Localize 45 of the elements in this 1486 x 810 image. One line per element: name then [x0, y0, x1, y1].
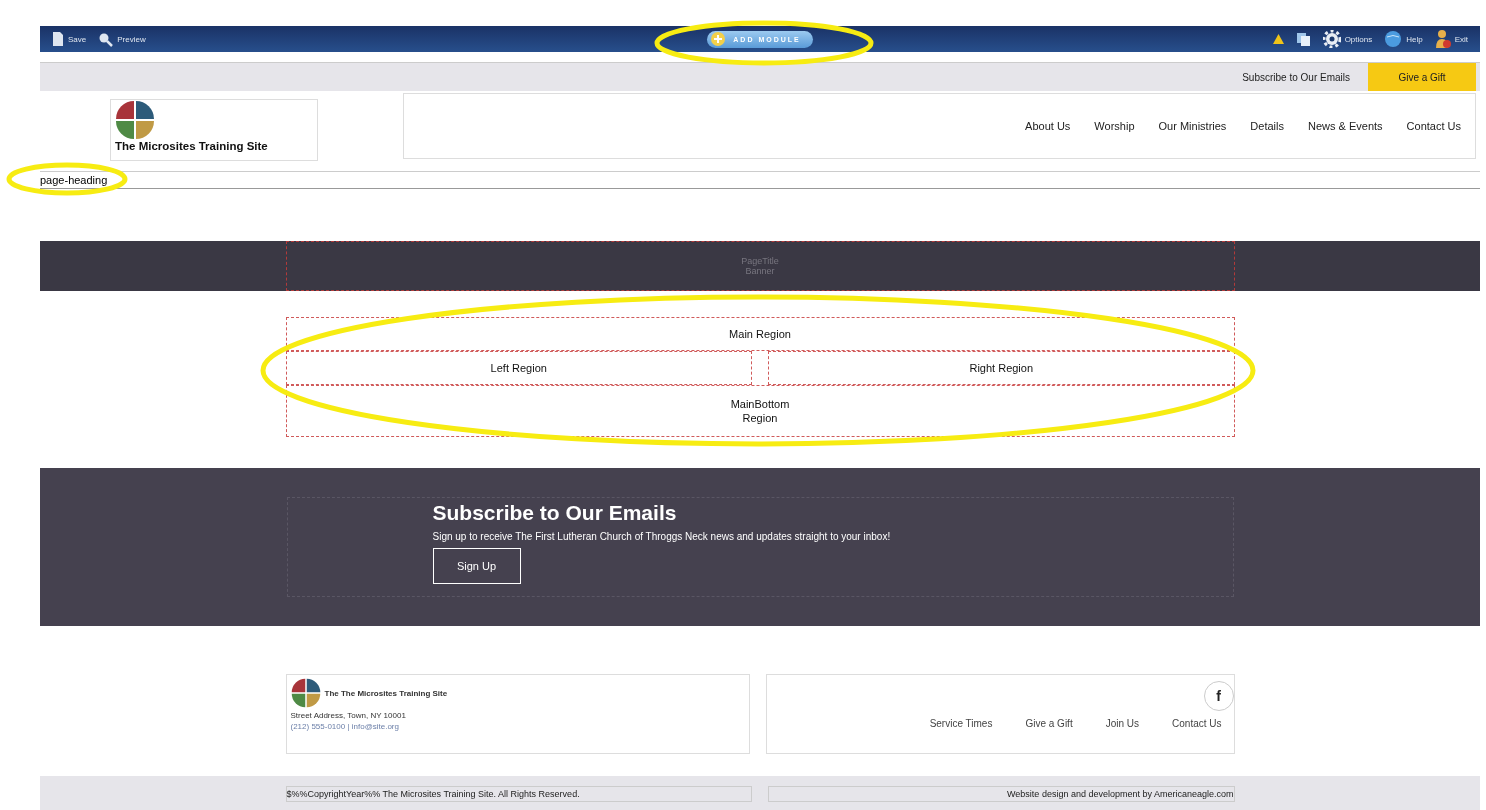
logo-card[interactable]: The Microsites Training Site: [110, 99, 318, 161]
footer-link[interactable]: Contact Us: [1172, 718, 1222, 729]
footer-site-name: The The Microsites Training Site: [324, 688, 448, 698]
nav-link[interactable]: About Us: [1025, 120, 1071, 132]
footer-link[interactable]: Join Us: [1105, 718, 1140, 729]
person-icon[interactable]: [1434, 29, 1451, 49]
copyright-text: $%%CopyrightYear%% The Microsites Training Site. All Rights Reserved.: [285, 785, 752, 802]
page-heading: page-heading: [40, 174, 108, 186]
footer-contact: (212) 555-0100 | info@site.org: [290, 722, 400, 731]
nav-link[interactable]: Our Ministries: [1158, 120, 1227, 132]
nav-link[interactable]: News & Events: [1308, 120, 1383, 132]
right-region: Right Region: [768, 351, 1235, 385]
toolbar-label[interactable]: Exit: [1454, 34, 1468, 44]
document-icon[interactable]: [52, 31, 64, 47]
nav-link[interactable]: Contact Us: [1406, 120, 1461, 132]
left-region: Left Region: [285, 351, 752, 385]
sign-up-button[interactable]: Sign Up: [432, 548, 521, 584]
copy-icon[interactable]: [1295, 31, 1311, 47]
footer-address: Street Address, Town, NY 10001: [290, 711, 407, 720]
nav-link[interactable]: Worship: [1094, 120, 1135, 132]
plus-icon: [711, 32, 726, 46]
logo-icon: [115, 100, 155, 140]
nav-link[interactable]: Details: [1250, 120, 1284, 132]
warning-icon[interactable]: [1272, 34, 1284, 44]
toolbar-label[interactable]: Options: [1344, 34, 1373, 44]
subscribe-link[interactable]: Subscribe to Our Emails: [1242, 71, 1350, 83]
footer-link[interactable]: Give a Gift: [1025, 718, 1073, 729]
globe-icon[interactable]: [1384, 30, 1403, 48]
site-name: The Microsites Training Site: [115, 140, 268, 152]
subscribe-text: Sign up to receive The First Lutheran Church of Throggs Neck news and updates straight to your inbox!: [432, 531, 892, 542]
toolbar-label[interactable]: Help: [1406, 34, 1423, 44]
search-icon[interactable]: [98, 31, 114, 47]
banner-text: PageTitle: [741, 256, 779, 266]
toolbar-label[interactable]: Preview: [117, 34, 146, 44]
toolbar-label[interactable]: Save: [68, 34, 87, 44]
main-region: Main Region: [285, 317, 1235, 351]
subscribe-title: Subscribe to Our Emails: [432, 501, 678, 525]
give-a-gift-button[interactable]: Give a Gift: [1368, 63, 1476, 91]
region-label: Region: [742, 411, 778, 425]
settings-icon[interactable]: [1322, 30, 1341, 48]
facebook-icon[interactable]: f: [1203, 681, 1234, 711]
credit-text: Website design and development by Americaneagle.com: [767, 785, 1235, 802]
logo-icon: [290, 678, 321, 708]
region-label: MainBottom: [730, 397, 790, 411]
footer-link[interactable]: Service Times: [929, 718, 993, 729]
